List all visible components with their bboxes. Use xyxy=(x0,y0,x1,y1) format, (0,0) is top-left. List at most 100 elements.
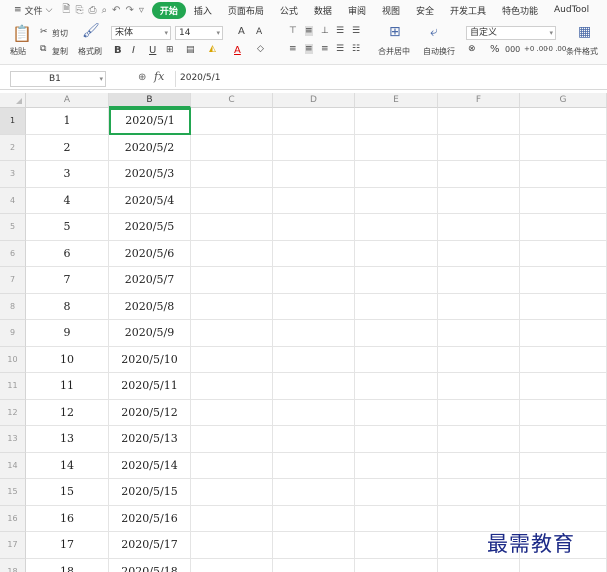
row-header[interactable]: 9 xyxy=(0,320,26,347)
tab-2[interactable]: 页面布局 xyxy=(220,4,272,17)
column-header-c[interactable]: C xyxy=(191,93,273,108)
cell-d6[interactable] xyxy=(273,240,355,267)
tab-6[interactable]: 视图 xyxy=(374,4,408,17)
cell-b7[interactable]: 2020/5/7 xyxy=(109,267,191,294)
align-top-icon[interactable]: ⊤ xyxy=(289,26,297,36)
cell-a18[interactable]: 18 xyxy=(26,558,109,572)
cell-a8[interactable]: 8 xyxy=(26,293,109,320)
underline-button[interactable]: U xyxy=(149,45,156,56)
cell-c8[interactable] xyxy=(191,293,273,320)
fill-color-icon[interactable]: ◭ xyxy=(209,44,216,54)
cell-c13[interactable] xyxy=(191,426,273,453)
cell-d4[interactable] xyxy=(273,187,355,214)
formula-input[interactable]: 2020/5/1 xyxy=(175,71,595,87)
cell-f13[interactable] xyxy=(438,426,520,453)
cell-e10[interactable] xyxy=(355,346,438,373)
cell-b8[interactable]: 2020/5/8 xyxy=(109,293,191,320)
cell-g6[interactable] xyxy=(520,240,607,267)
cell-a11[interactable]: 11 xyxy=(26,373,109,400)
cell-b14[interactable]: 2020/5/14 xyxy=(109,452,191,479)
cell-e18[interactable] xyxy=(355,558,438,572)
number-format-select[interactable]: 自定义 ▾ xyxy=(466,26,556,40)
border-icon[interactable]: ⊞ xyxy=(166,45,174,55)
row-header[interactable]: 11 xyxy=(0,373,26,400)
undo-icon[interactable]: ↶ xyxy=(112,5,120,16)
cell-c2[interactable] xyxy=(191,134,273,161)
row-header[interactable]: 2 xyxy=(0,134,26,161)
row-header[interactable]: 4 xyxy=(0,187,26,214)
decrease-decimal-button[interactable]: -0 .00 xyxy=(546,45,566,53)
align-center-icon[interactable]: ≡ xyxy=(305,44,313,54)
cell-a9[interactable]: 9 xyxy=(26,320,109,347)
scissors-icon[interactable]: ✂ xyxy=(40,27,48,37)
cell-e17[interactable] xyxy=(355,532,438,559)
cell-f4[interactable] xyxy=(438,187,520,214)
thousands-button[interactable]: 000 xyxy=(505,45,520,54)
increase-decimal-button[interactable]: +0 .00 xyxy=(524,45,548,53)
cell-b13[interactable]: 2020/5/13 xyxy=(109,426,191,453)
column-header-b[interactable]: B xyxy=(109,93,191,108)
copy-icon[interactable]: ⧉ xyxy=(40,44,46,54)
wrap-text-icon[interactable]: ⤶ xyxy=(430,24,438,40)
cell-d9[interactable] xyxy=(273,320,355,347)
cell-f6[interactable] xyxy=(438,240,520,267)
paste-button[interactable]: 粘贴 xyxy=(10,46,26,57)
tab-1[interactable]: 插入 xyxy=(186,4,220,17)
function-icon[interactable]: fx xyxy=(154,70,164,83)
row-header[interactable]: 13 xyxy=(0,426,26,453)
cell-c12[interactable] xyxy=(191,399,273,426)
cell-a2[interactable]: 2 xyxy=(26,134,109,161)
format-painter-button[interactable]: 格式刷 xyxy=(78,46,102,57)
cell-a13[interactable]: 13 xyxy=(26,426,109,453)
cell-f11[interactable] xyxy=(438,373,520,400)
hamburger-icon[interactable]: ≡ xyxy=(14,5,22,15)
cell-a10[interactable]: 10 xyxy=(26,346,109,373)
justify-icon[interactable]: ☰ xyxy=(336,44,344,54)
cell-f18[interactable] xyxy=(438,558,520,572)
cell-c1[interactable] xyxy=(191,108,273,135)
align-bottom-icon[interactable]: ⊥ xyxy=(321,26,329,36)
row-header[interactable]: 10 xyxy=(0,346,26,373)
cell-e14[interactable] xyxy=(355,452,438,479)
cell-e6[interactable] xyxy=(355,240,438,267)
tab-9[interactable]: 特色功能 xyxy=(494,4,546,17)
wrap-text-button[interactable]: 自动换行 xyxy=(423,46,455,57)
cell-e7[interactable] xyxy=(355,267,438,294)
cell-f10[interactable] xyxy=(438,346,520,373)
name-box[interactable]: B1 ▾ xyxy=(10,71,106,87)
cell-g15[interactable] xyxy=(520,479,607,506)
cell-b9[interactable]: 2020/5/9 xyxy=(109,320,191,347)
cell-g7[interactable] xyxy=(520,267,607,294)
cell-b10[interactable]: 2020/5/10 xyxy=(109,346,191,373)
cell-g9[interactable] xyxy=(520,320,607,347)
cell-b2[interactable]: 2020/5/2 xyxy=(109,134,191,161)
cell-e4[interactable] xyxy=(355,187,438,214)
print-preview-icon[interactable]: ⌕ xyxy=(101,5,107,16)
cell-f7[interactable] xyxy=(438,267,520,294)
cell-e2[interactable] xyxy=(355,134,438,161)
cell-f12[interactable] xyxy=(438,399,520,426)
cell-b1[interactable]: 2020/5/1 xyxy=(109,108,191,135)
cell-a12[interactable]: 12 xyxy=(26,399,109,426)
cell-style-icon[interactable]: ▤ xyxy=(186,45,195,55)
cell-f3[interactable] xyxy=(438,161,520,188)
cell-d15[interactable] xyxy=(273,479,355,506)
cell-a5[interactable]: 5 xyxy=(26,214,109,241)
cell-c7[interactable] xyxy=(191,267,273,294)
cell-d16[interactable] xyxy=(273,505,355,532)
print-icon[interactable]: ⎙ xyxy=(88,5,96,16)
cell-g1[interactable] xyxy=(520,108,607,135)
cell-f14[interactable] xyxy=(438,452,520,479)
currency-icon[interactable]: ⊗ xyxy=(468,44,476,54)
row-header[interactable]: 5 xyxy=(0,214,26,241)
cell-e9[interactable] xyxy=(355,320,438,347)
cell-d1[interactable] xyxy=(273,108,355,135)
cell-b6[interactable]: 2020/5/6 xyxy=(109,240,191,267)
cell-a16[interactable]: 16 xyxy=(26,505,109,532)
cell-d14[interactable] xyxy=(273,452,355,479)
cell-g2[interactable] xyxy=(520,134,607,161)
cell-c11[interactable] xyxy=(191,373,273,400)
cell-d2[interactable] xyxy=(273,134,355,161)
tab-4[interactable]: 数据 xyxy=(306,4,340,17)
cell-c10[interactable] xyxy=(191,346,273,373)
